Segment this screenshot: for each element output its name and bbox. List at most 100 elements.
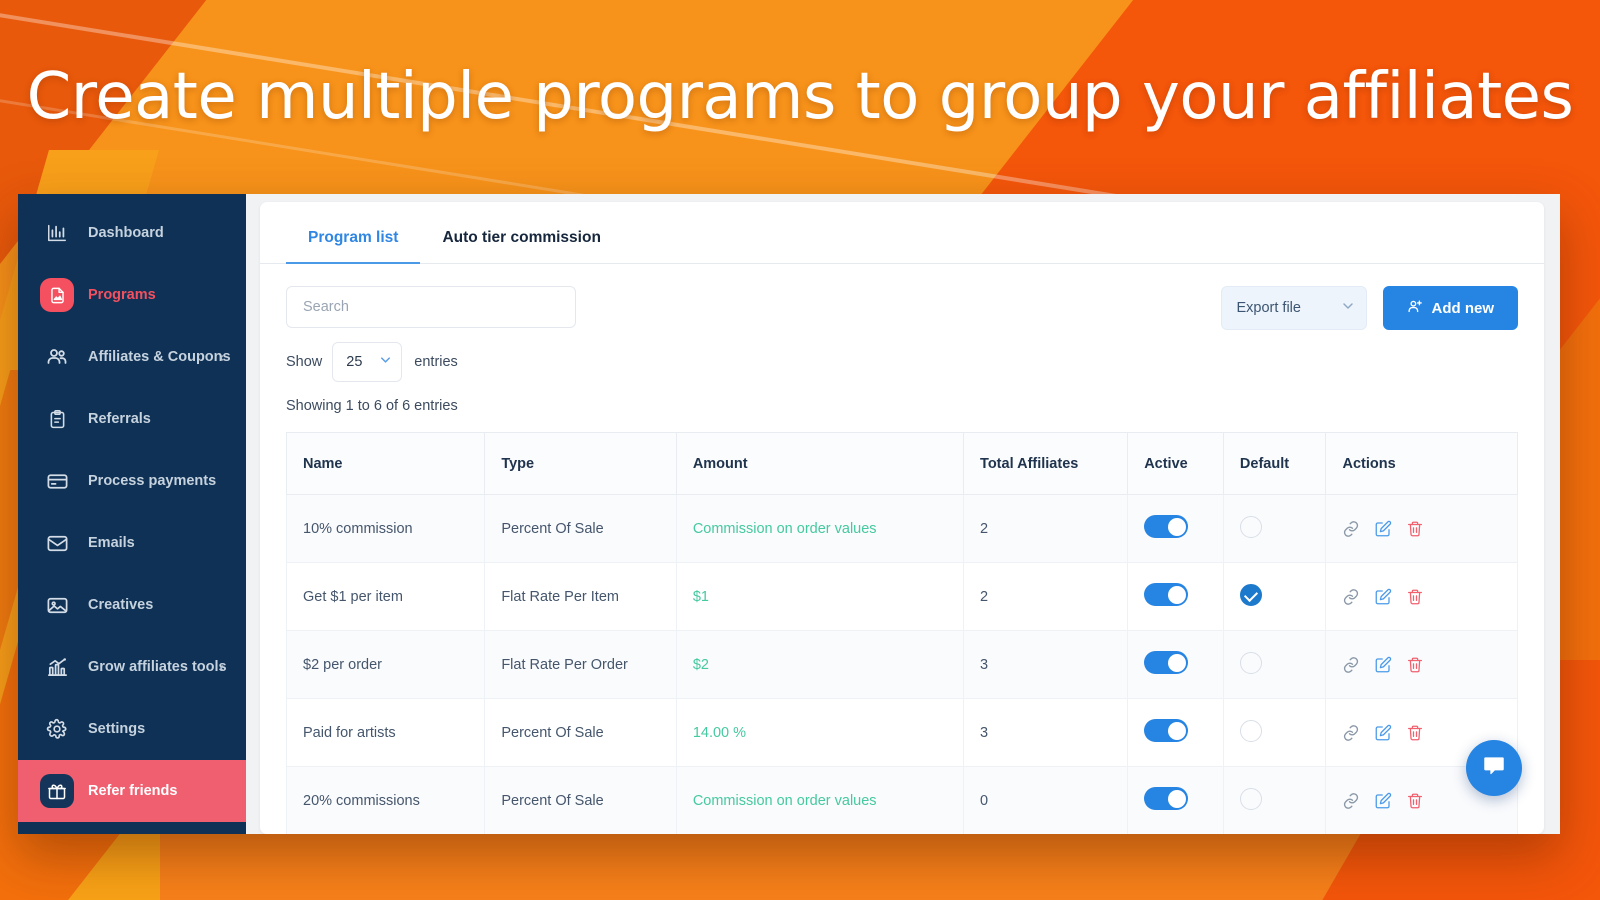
trash-icon[interactable] bbox=[1406, 724, 1424, 742]
link-icon[interactable] bbox=[1342, 792, 1360, 810]
sidebar-item-dashboard[interactable]: Dashboard bbox=[18, 202, 246, 264]
cell-active bbox=[1128, 767, 1224, 835]
chat-widget-button[interactable] bbox=[1466, 740, 1522, 796]
growth-chart-icon bbox=[40, 650, 74, 684]
cell-name: $2 per order bbox=[287, 631, 485, 699]
programs-card: Program list Auto tier commission Show 2… bbox=[260, 202, 1544, 834]
link-icon[interactable] bbox=[1342, 656, 1360, 674]
active-toggle[interactable] bbox=[1144, 515, 1188, 538]
export-file-select[interactable]: Export file bbox=[1221, 286, 1367, 330]
entries-label: entries bbox=[414, 354, 458, 370]
sidebar-item-settings[interactable]: Settings bbox=[18, 698, 246, 760]
gear-icon bbox=[40, 712, 74, 746]
cell-active bbox=[1128, 631, 1224, 699]
default-radio[interactable] bbox=[1240, 788, 1262, 810]
default-radio[interactable] bbox=[1240, 516, 1262, 538]
sidebar-item-creatives[interactable]: Creatives bbox=[18, 574, 246, 636]
sidebar-item-affiliates-coupons[interactable]: Affiliates & Coupons ‹ bbox=[18, 326, 246, 388]
toggle-knob bbox=[1168, 654, 1186, 672]
active-toggle[interactable] bbox=[1144, 651, 1188, 674]
cell-type: Percent Of Sale bbox=[485, 699, 676, 767]
column-header-type: Type bbox=[485, 433, 676, 495]
page-headline: Create multiple programs to group your a… bbox=[0, 60, 1600, 134]
cell-type: Flat Rate Per Item bbox=[485, 563, 676, 631]
search-input[interactable] bbox=[286, 286, 576, 328]
cell-amount: 14.00 % bbox=[676, 699, 963, 767]
column-header-total-affiliates: Total Affiliates bbox=[964, 433, 1128, 495]
sidebar-item-process-payments[interactable]: Process payments bbox=[18, 450, 246, 512]
row-actions bbox=[1342, 588, 1517, 606]
table-body: 10% commissionPercent Of SaleCommission … bbox=[287, 495, 1518, 835]
active-toggle[interactable] bbox=[1144, 787, 1188, 810]
default-radio[interactable] bbox=[1240, 584, 1262, 606]
cell-actions bbox=[1326, 495, 1518, 563]
trash-icon[interactable] bbox=[1406, 588, 1424, 606]
edit-icon[interactable] bbox=[1374, 588, 1392, 606]
trash-icon[interactable] bbox=[1406, 520, 1424, 538]
sidebar-item-label: Grow affiliates tools bbox=[88, 659, 227, 675]
trash-icon[interactable] bbox=[1406, 792, 1424, 810]
sidebar-item-programs[interactable]: Programs bbox=[18, 264, 246, 326]
cell-type: Percent Of Sale bbox=[485, 767, 676, 835]
cell-amount: Commission on order values bbox=[676, 495, 963, 563]
chevron-left-icon[interactable]: ‹ bbox=[220, 350, 224, 365]
edit-icon[interactable] bbox=[1374, 724, 1392, 742]
sidebar-item-emails[interactable]: Emails bbox=[18, 512, 246, 574]
programs-table-wrapper: Name Type Amount Total Affiliates Active… bbox=[286, 432, 1518, 834]
active-toggle[interactable] bbox=[1144, 583, 1188, 606]
edit-icon[interactable] bbox=[1374, 656, 1392, 674]
cell-type: Flat Rate Per Order bbox=[485, 631, 676, 699]
document-image-icon bbox=[40, 278, 74, 312]
cell-name: 10% commission bbox=[287, 495, 485, 563]
sidebar-item-refer-friends[interactable]: Refer friends bbox=[18, 760, 246, 822]
show-label: Show bbox=[286, 354, 322, 370]
show-entries-row: Show 25 entries bbox=[286, 342, 1518, 382]
entries-select-value: 25 bbox=[346, 354, 362, 370]
toggle-knob bbox=[1168, 586, 1186, 604]
cell-total-affiliates: 2 bbox=[964, 563, 1128, 631]
default-radio[interactable] bbox=[1240, 652, 1262, 674]
chevron-left-icon[interactable]: ‹ bbox=[220, 660, 224, 675]
sidebar: Dashboard Programs Affili bbox=[18, 194, 246, 834]
trash-icon[interactable] bbox=[1406, 656, 1424, 674]
cell-name: 20% commissions bbox=[287, 767, 485, 835]
link-icon[interactable] bbox=[1342, 520, 1360, 538]
add-person-icon bbox=[1407, 298, 1424, 319]
active-toggle[interactable] bbox=[1144, 719, 1188, 742]
cell-default bbox=[1223, 495, 1326, 563]
sidebar-item-referrals[interactable]: Referrals bbox=[18, 388, 246, 450]
gift-icon bbox=[40, 774, 74, 808]
cell-total-affiliates: 2 bbox=[964, 495, 1128, 563]
link-icon[interactable] bbox=[1342, 588, 1360, 606]
cell-amount: Commission on order values bbox=[676, 767, 963, 835]
table-row: $2 per orderFlat Rate Per Order$23 bbox=[287, 631, 1518, 699]
programs-table: Name Type Amount Total Affiliates Active… bbox=[286, 432, 1518, 834]
tab-program-list[interactable]: Program list bbox=[286, 229, 420, 263]
cell-amount: $2 bbox=[676, 631, 963, 699]
chevron-down-icon bbox=[378, 353, 393, 372]
cell-name: Get $1 per item bbox=[287, 563, 485, 631]
tab-auto-tier-commission[interactable]: Auto tier commission bbox=[420, 229, 622, 263]
tab-bar: Program list Auto tier commission bbox=[260, 202, 1544, 264]
entries-per-page-select[interactable]: 25 bbox=[332, 342, 402, 382]
credit-card-icon bbox=[40, 464, 74, 498]
edit-icon[interactable] bbox=[1374, 792, 1392, 810]
showing-entries-text: Showing 1 to 6 of 6 entries bbox=[286, 398, 1518, 414]
sidebar-item-label: Affiliates & Coupons bbox=[88, 349, 231, 365]
image-icon bbox=[40, 588, 74, 622]
toggle-knob bbox=[1168, 722, 1186, 740]
sidebar-item-label: Emails bbox=[88, 535, 135, 551]
cell-total-affiliates: 3 bbox=[964, 631, 1128, 699]
sidebar-item-label: Programs bbox=[88, 287, 156, 303]
chat-bubble-icon bbox=[1481, 753, 1507, 784]
envelope-icon bbox=[40, 526, 74, 560]
table-row: Paid for artistsPercent Of Sale14.00 %3 bbox=[287, 699, 1518, 767]
sidebar-item-grow-affiliates-tools[interactable]: Grow affiliates tools ‹ bbox=[18, 636, 246, 698]
cell-active bbox=[1128, 699, 1224, 767]
add-new-label: Add new bbox=[1432, 300, 1495, 317]
chevron-down-icon bbox=[1340, 298, 1356, 318]
link-icon[interactable] bbox=[1342, 724, 1360, 742]
edit-icon[interactable] bbox=[1374, 520, 1392, 538]
add-new-button[interactable]: Add new bbox=[1383, 286, 1519, 330]
default-radio[interactable] bbox=[1240, 720, 1262, 742]
